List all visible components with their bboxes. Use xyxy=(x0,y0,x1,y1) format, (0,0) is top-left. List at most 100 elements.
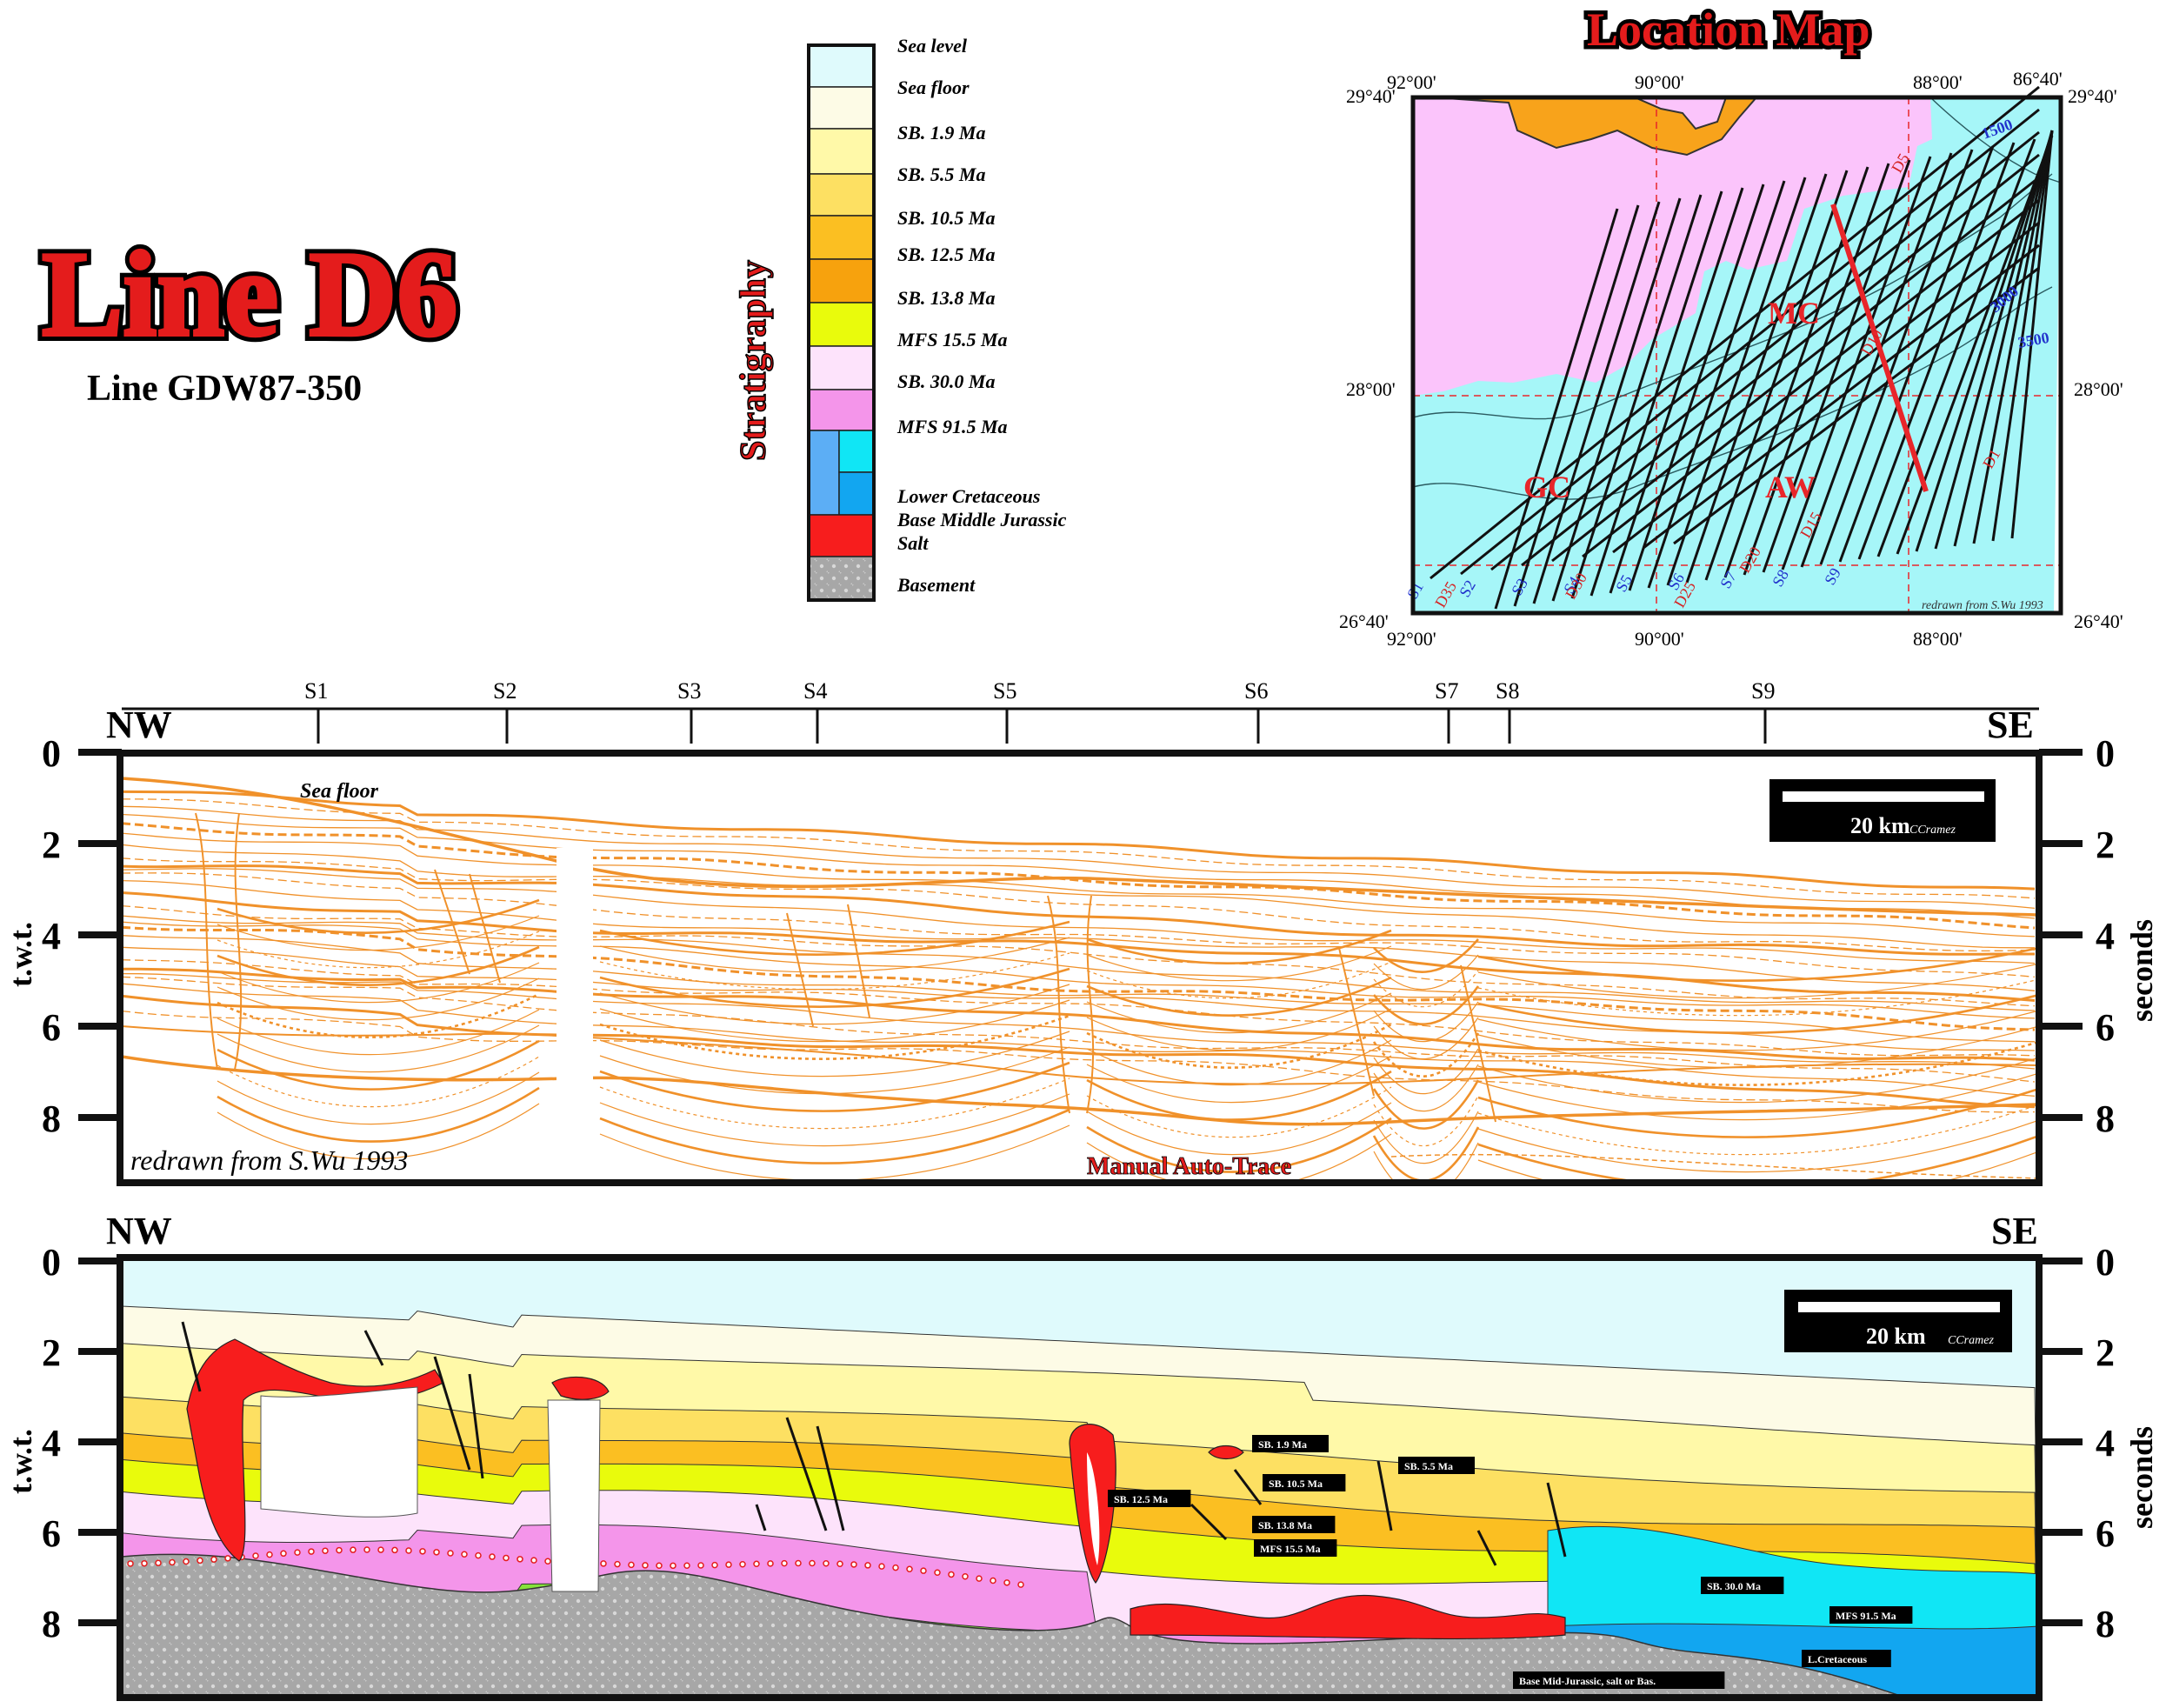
lower-tag-4: SB. 13.8 Ma xyxy=(1258,1519,1312,1531)
upper-right-tick-label-1: 2 xyxy=(2096,824,2115,866)
legend-swatch-8 xyxy=(808,389,875,431)
lower-tag-0: SB. 1.9 Ma xyxy=(1258,1438,1307,1451)
legend-label-5: SB. 12.5 Ma xyxy=(897,244,995,265)
lower-basement-dot-262 xyxy=(224,1555,231,1562)
legend-label-4: SB. 10.5 Ma xyxy=(897,207,995,229)
upper-left-tick-label-4: 8 xyxy=(42,1098,61,1140)
legend-swatch-1 xyxy=(808,86,875,130)
upper-reflector-19 xyxy=(122,959,2036,1057)
upper-basin-4-reflector-0 xyxy=(1477,947,2037,982)
lower-right-tick-label-3: 6 xyxy=(2096,1512,2115,1555)
legend-label-8: SB. 30.0 Ma xyxy=(897,370,995,392)
lower-tag-8: L.Cretaceous xyxy=(1808,1653,1867,1665)
lower-basement-dot-934 xyxy=(809,1559,816,1567)
lower-nw-label: NW xyxy=(106,1210,172,1252)
lower-basement-dot-550 xyxy=(475,1551,482,1559)
lower-scale-text: 20 km xyxy=(1866,1324,1926,1349)
shotpoint-label-8: S9 xyxy=(1751,678,1775,704)
upper-credit: redrawn from S.Wu 1993 xyxy=(130,1144,408,1176)
lower-basement-dot-502 xyxy=(433,1549,440,1556)
upper-basin-1-reflector-13 xyxy=(599,1124,1070,1181)
lower-tag-2: SB. 10.5 Ma xyxy=(1269,1478,1323,1490)
lower-basement-dot-294 xyxy=(252,1552,259,1559)
map-area-aw: AW xyxy=(1765,470,1816,504)
upper-reflector-11 xyxy=(122,879,2036,991)
lower-tag-9: Base Mid-Jurassic, salt or Bas. xyxy=(1519,1675,1656,1687)
lower-left-tick-label-3: 6 xyxy=(42,1512,61,1555)
legend-swatch-base-mid-jurassic-b xyxy=(838,471,875,516)
legend-swatch-base-mid-jurassic-a xyxy=(838,430,875,473)
stratigraphy-heading: Stratigraphy xyxy=(734,260,774,461)
upper-reflector-25 xyxy=(122,1010,2036,1113)
map-credit: redrawn from S.Wu 1993 xyxy=(1922,599,2043,612)
upper-sea-floor-label: Sea floor xyxy=(300,780,379,803)
lower-se-label: SE xyxy=(1991,1210,2038,1252)
upper-left-tick-label-0: 0 xyxy=(42,732,61,775)
map-lon-bottom-mid: 90°00' xyxy=(1635,628,1684,650)
legend-swatch-7 xyxy=(808,345,875,390)
lower-right-tick-label-1: 2 xyxy=(2096,1331,2115,1374)
shotpoint-label-4: S5 xyxy=(993,678,1016,704)
upper-reflector-13 xyxy=(122,904,2036,1007)
figure-canvas: Line D6 Line D6 Line GDW87-350 Sea level… xyxy=(3,0,2159,1701)
lower-basement-dot-790 xyxy=(683,1562,690,1569)
lower-gap-1 xyxy=(260,1386,418,1518)
map-area-mc: MC xyxy=(1768,296,1820,330)
lower-basement-dot-246 xyxy=(210,1556,217,1563)
upper-left-tick-label-1: 2 xyxy=(42,824,61,866)
upper-scale-credit: CCramez xyxy=(1909,824,1956,837)
lower-basement-dot-390 xyxy=(336,1546,343,1554)
lower-basement-dot-326 xyxy=(280,1550,287,1558)
legend-swatch-4 xyxy=(808,215,875,260)
map-lon-bottom-left: 92°00' xyxy=(1387,628,1436,650)
shotpoint-label-6: S7 xyxy=(1435,678,1458,704)
lower-tag-1: SB. 5.5 Ma xyxy=(1404,1460,1453,1472)
lower-basement-dot-1142 xyxy=(990,1577,996,1585)
lower-basement-dot-454 xyxy=(391,1546,398,1554)
location-map: S1 S2 S3 S4 S5 S6 S7 S8 S9D1D5D10D15D20D25D30D35… xyxy=(1339,68,2123,650)
upper-reflector-24 xyxy=(122,994,2036,1109)
legend-swatch-2 xyxy=(808,128,875,175)
lower-basement-dot-902 xyxy=(781,1559,788,1567)
upper-right-tick-label-2: 4 xyxy=(2096,915,2115,957)
shotpoint-label-2: S3 xyxy=(677,678,701,704)
shotpoint-label-0: S1 xyxy=(304,678,328,704)
lower-basement-dot-982 xyxy=(850,1561,857,1568)
upper-basin-1-reflector-11 xyxy=(599,1093,1070,1147)
lower-basement-dot-630 xyxy=(544,1558,551,1565)
upper-basin-4-reflector-13 xyxy=(1477,1151,2037,1181)
lower-basement-dot-774 xyxy=(670,1562,676,1570)
legend-swatch-lower-cretaceous xyxy=(808,430,840,516)
lower-basement-dot-1078 xyxy=(934,1569,941,1576)
legend-swatch-3 xyxy=(808,173,875,217)
lower-basement-dot-1174 xyxy=(1017,1581,1024,1588)
legend-swatch-5 xyxy=(808,258,875,304)
lower-basement-dot-1030 xyxy=(892,1564,899,1571)
lower-basement-dot-518 xyxy=(447,1550,454,1557)
lower-basement-dot-470 xyxy=(405,1547,412,1554)
upper-fault-3 xyxy=(847,904,870,1018)
upper-left-tick-label-3: 6 xyxy=(42,1006,61,1049)
upper-basin-4-reflector-11 xyxy=(1477,1120,2037,1173)
lower-left-tick-label-0: 0 xyxy=(42,1241,61,1284)
lower-basement-dot-342 xyxy=(294,1549,301,1556)
lower-basement-dot-310 xyxy=(266,1551,273,1558)
lower-basement-dot-854 xyxy=(739,1560,746,1568)
lower-basement-dot-838 xyxy=(725,1561,732,1568)
lower-basement-dot-822 xyxy=(711,1561,718,1569)
upper-right-tick-label-4: 8 xyxy=(2096,1098,2115,1140)
lower-basement-dot-918 xyxy=(795,1559,802,1567)
line-title: Line D6 xyxy=(42,227,457,362)
upper-left-tick-label-2: 4 xyxy=(42,915,61,957)
lower-right-axis-label: seconds xyxy=(2124,1426,2159,1529)
lower-basement-dot-214 xyxy=(183,1558,190,1565)
legend-label-3: SB. 5.5 Ma xyxy=(897,163,985,185)
legend-label-7: MFS 15.5 Ma xyxy=(896,329,1008,350)
map-lon-bottom-right: 88°00' xyxy=(1913,628,1963,650)
upper-basin-2-reflector-11 xyxy=(1086,1102,1392,1156)
lower-basement-dot-1158 xyxy=(1003,1579,1010,1586)
lower-basement-dot-166 xyxy=(141,1559,148,1567)
lower-right-tick-label-4: 8 xyxy=(2096,1603,2115,1645)
legend-swatch-basement xyxy=(808,556,875,601)
shotpoint-label-1: S2 xyxy=(493,678,517,704)
